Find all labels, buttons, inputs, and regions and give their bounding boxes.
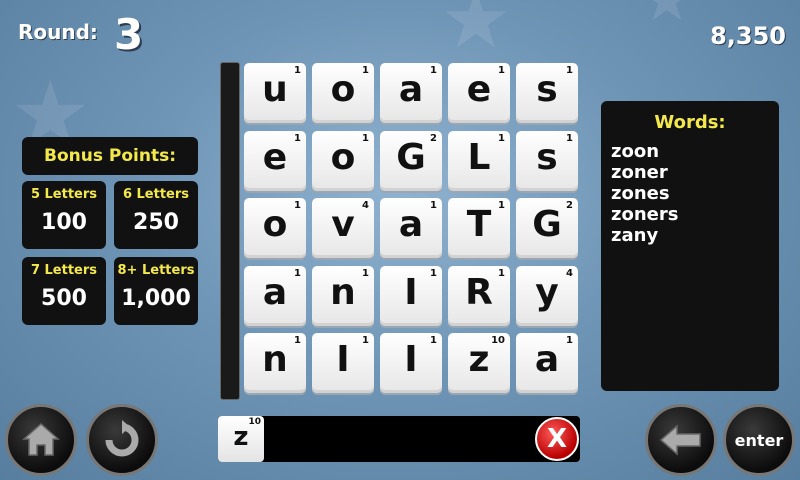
letter-tile[interactable]: s1 [516,63,578,123]
backspace-button[interactable] [645,404,717,476]
background-star-icon: ★ [440,0,512,66]
letter-tile[interactable]: a1 [380,198,442,258]
home-icon [22,422,60,456]
bonus-tier-8-plus: 8+ Letters 1,000 [114,257,198,325]
bonus-points-title: Bonus Points: [22,137,198,175]
letter-tile[interactable]: T1 [448,198,510,258]
tile-points: 1 [294,335,301,346]
enter-button[interactable]: enter [723,404,795,476]
letter-tile[interactable]: a1 [380,63,442,123]
letter-tile[interactable]: R1 [448,265,510,326]
found-word: zones [611,183,670,204]
background-star-icon: ★ [640,0,694,35]
letter-tile[interactable]: o1 [312,130,374,191]
bonus-tier-7: 7 Letters 500 [22,257,106,325]
tile-points: 10 [491,335,505,346]
found-word: zoners [611,204,679,225]
tile-points: 1 [294,65,301,76]
tile-points: 1 [294,132,301,144]
score: 8,350 [710,22,786,50]
tile-points: 1 [362,267,369,279]
bonus-tier-label: 5 Letters [30,187,98,202]
letter-tile[interactable]: a1 [244,265,306,326]
enter-label: enter [734,430,784,450]
tile-points: 1 [566,132,573,144]
letter-tile[interactable]: o1 [244,198,306,258]
close-icon: X [546,424,568,454]
bonus-tier-value: 1,000 [121,286,191,311]
tile-points: 1 [430,65,437,76]
bonus-tier-label: 8+ Letters [117,263,195,278]
backspace-arrow-icon [659,424,701,456]
tile-points: 1 [498,132,505,144]
words-title: Words: [654,112,726,133]
tile-points: 1 [498,65,505,76]
found-word: zoner [611,162,668,183]
letter-tile[interactable]: G2 [380,130,442,191]
letter-tile[interactable]: v4 [312,198,374,258]
letter-tile[interactable]: L1 [448,130,510,191]
letter-tile[interactable]: z 10 [448,333,510,393]
entry-letter-points: 10 [248,417,261,427]
letter-tile[interactable]: e1 [448,63,510,123]
word-entry-bar [218,416,580,462]
words-panel: Words: zoon zoner zones zoners zany [601,101,779,391]
bonus-tier-label: 7 Letters [30,263,98,278]
letter-tile[interactable]: o1 [312,63,374,123]
tile-points: 2 [566,200,573,211]
bonus-tier-6: 6 Letters 250 [114,181,198,249]
tile-points: 1 [362,65,369,76]
tile-points: 1 [362,335,369,346]
letter-tile[interactable]: u1 [244,63,306,123]
tile-points: 1 [430,200,437,211]
letter-tile[interactable]: G2 [516,198,578,258]
undo-button[interactable] [86,404,158,476]
tile-points: 1 [294,200,301,211]
bonus-tier-label: 6 Letters [122,187,190,202]
bonus-tier-5: 5 Letters 100 [22,181,106,249]
tile-points: 1 [362,132,369,144]
letter-tile[interactable]: y4 [516,265,578,326]
tile-points: 1 [294,267,301,279]
tile-points: 2 [430,132,437,144]
tile-points: 4 [566,267,573,279]
bonus-tier-value: 250 [133,210,179,235]
tile-points: 1 [430,335,437,346]
tile-points: 1 [566,335,573,346]
letter-tile[interactable]: I1 [380,265,442,326]
letter-tile[interactable]: e1 [244,130,306,191]
tile-points: 1 [498,200,505,211]
board-rail [220,62,240,400]
found-word: zoon [611,141,660,162]
bonus-tier-value: 500 [41,286,87,311]
letter-tile[interactable]: a1 [516,333,578,393]
home-button[interactable] [5,404,77,476]
undo-icon [105,420,139,457]
letter-tile[interactable]: n1 [312,265,374,326]
letter-tile[interactable]: I1 [380,333,442,393]
round-label: Round: [18,20,98,44]
letter-tile[interactable]: I1 [312,333,374,393]
entry-letter-tile[interactable]: z 10 [218,416,264,462]
letter-tile[interactable]: n1 [244,333,306,393]
tile-points: 1 [498,267,505,279]
tile-points: 1 [566,65,573,76]
tile-points: 4 [362,200,369,211]
clear-button[interactable]: X [535,417,579,461]
found-word: zany [611,225,659,246]
words-list: zoon zoner zones zoners zany [611,141,678,246]
round-number: 3 [114,10,144,59]
bonus-tier-value: 100 [41,210,87,235]
letter-tile[interactable]: s1 [516,130,578,191]
tile-points: 1 [430,267,437,279]
